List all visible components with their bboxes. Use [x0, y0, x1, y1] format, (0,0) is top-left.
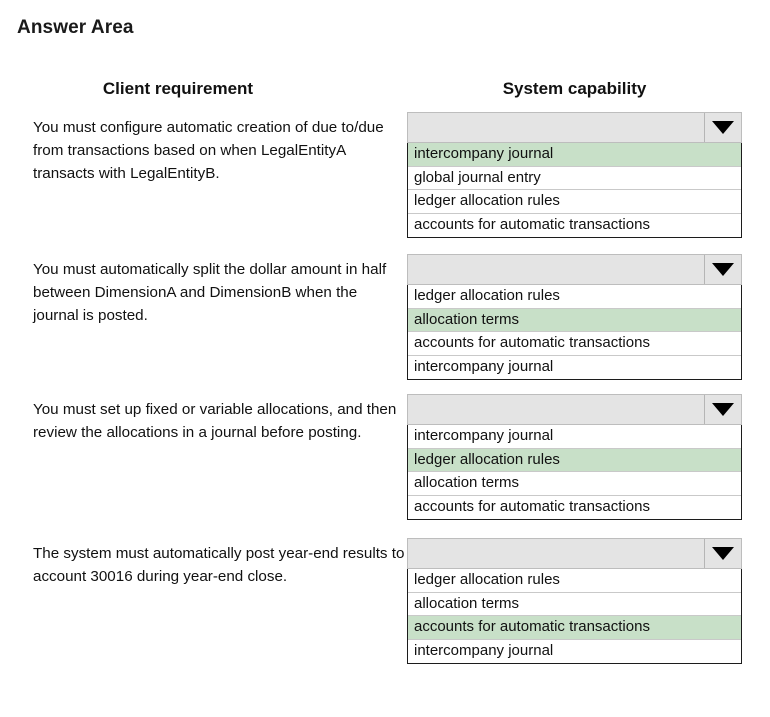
capability-dropdown[interactable]: intercompany journal ledger allocation r… — [407, 394, 742, 520]
dropdown-option[interactable]: ledger allocation rules — [408, 285, 741, 309]
dropdown-option-list[interactable]: ledger allocation rules allocation terms… — [407, 569, 742, 664]
dropdown-option-list[interactable]: intercompany journal global journal entr… — [407, 143, 742, 238]
dropdown-option[interactable]: intercompany journal — [408, 425, 741, 449]
dropdown-option[interactable]: accounts for automatic transactions — [408, 213, 741, 237]
chevron-down-icon — [712, 121, 734, 134]
chevron-down-icon — [712, 547, 734, 560]
dropdown-option[interactable]: intercompany journal — [408, 639, 741, 663]
requirement-text: The system must automatically post year-… — [33, 545, 405, 585]
dropdown-toggle-button[interactable] — [705, 255, 741, 284]
page-title: Answer Area — [17, 17, 134, 38]
dropdown-option[interactable]: accounts for automatic transactions — [408, 616, 741, 640]
capability-dropdown[interactable]: ledger allocation rules allocation terms… — [407, 538, 742, 664]
dropdown-option[interactable]: allocation terms — [408, 308, 741, 332]
dropdown-combobox[interactable] — [407, 538, 742, 569]
dropdown-option[interactable]: intercompany journal — [408, 143, 741, 167]
dropdown-option[interactable]: ledger allocation rules — [408, 448, 741, 472]
dropdown-option[interactable]: accounts for automatic transactions — [408, 332, 741, 356]
capability-dropdown[interactable]: intercompany journal global journal entr… — [407, 112, 742, 238]
requirement-text: You must configure automatic creation of… — [33, 119, 384, 182]
dropdown-toggle-button[interactable] — [705, 113, 741, 142]
dropdown-selected-value[interactable] — [408, 113, 705, 142]
dropdown-combobox[interactable] — [407, 254, 742, 285]
chevron-down-icon — [712, 263, 734, 276]
dropdown-combobox[interactable] — [407, 394, 742, 425]
chevron-down-icon — [712, 403, 734, 416]
dropdown-selected-value[interactable] — [408, 395, 705, 424]
dropdown-option[interactable]: global journal entry — [408, 166, 741, 190]
dropdown-option[interactable]: ledger allocation rules — [408, 190, 741, 214]
dropdown-option[interactable]: allocation terms — [408, 592, 741, 616]
column-header-system-capability: System capability — [502, 79, 647, 98]
requirement-text: You must automatically split the dollar … — [33, 261, 387, 324]
column-header-client-requirement: Client requirement — [102, 79, 254, 98]
dropdown-option[interactable]: ledger allocation rules — [408, 569, 741, 593]
dropdown-option[interactable]: allocation terms — [408, 472, 741, 496]
dropdown-combobox[interactable] — [407, 112, 742, 143]
dropdown-selected-value[interactable] — [408, 539, 705, 568]
dropdown-toggle-button[interactable] — [705, 539, 741, 568]
dropdown-option-list[interactable]: intercompany journal ledger allocation r… — [407, 425, 742, 520]
dropdown-option[interactable]: intercompany journal — [408, 355, 741, 379]
dropdown-option-list[interactable]: ledger allocation rules allocation terms… — [407, 285, 742, 380]
dropdown-option[interactable]: accounts for automatic transactions — [408, 495, 741, 519]
capability-dropdown[interactable]: ledger allocation rules allocation terms… — [407, 254, 742, 380]
requirement-text: You must set up fixed or variable alloca… — [33, 401, 397, 441]
dropdown-toggle-button[interactable] — [705, 395, 741, 424]
dropdown-selected-value[interactable] — [408, 255, 705, 284]
